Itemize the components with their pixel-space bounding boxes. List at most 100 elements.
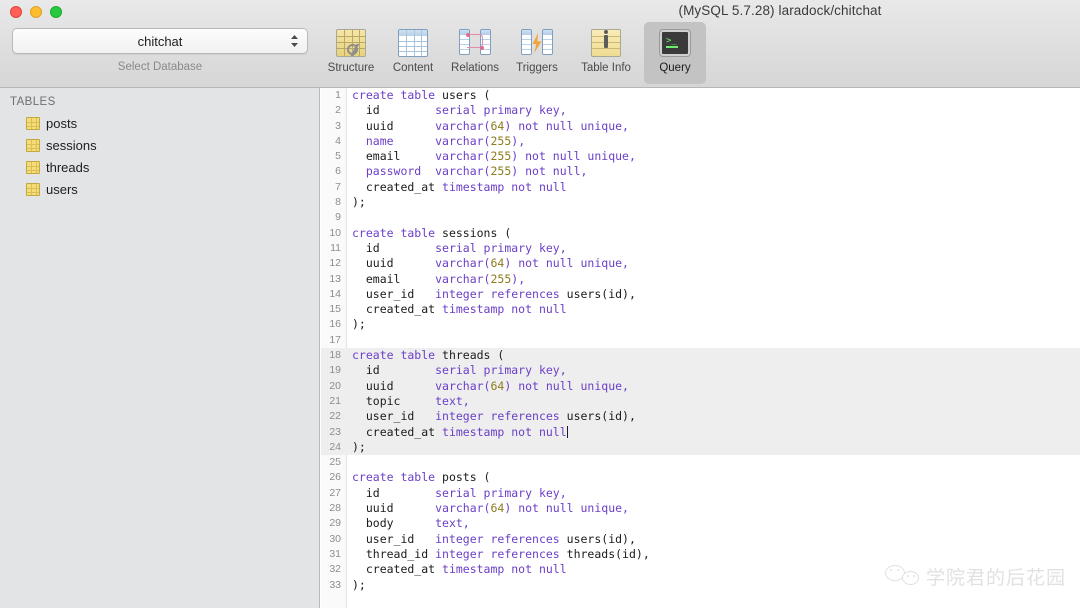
line-number: 18: [329, 349, 341, 362]
query-editor[interactable]: 1 create table users (2 id serial primary…: [321, 88, 1080, 608]
window-title: (MySQL 5.7.28) laradock/chitchat: [678, 3, 882, 18]
line-source: create table users (: [352, 88, 491, 102]
line-number: 33: [329, 578, 341, 591]
sidebar-table-sessions[interactable]: sessions: [0, 134, 319, 156]
editor-line[interactable]: 22 user_id integer references users(id),: [321, 409, 1080, 425]
editor-line[interactable]: 23 created_at timestamp not null: [321, 424, 1080, 440]
line-number: 28: [329, 502, 341, 515]
editor-code-area[interactable]: 1 create table users (2 id serial primary…: [321, 88, 1080, 593]
database-select[interactable]: chitchat: [12, 28, 308, 54]
editor-line[interactable]: 24);: [321, 439, 1080, 456]
toolbar-item-relations[interactable]: Relations: [444, 22, 506, 84]
editor-line[interactable]: 33);: [321, 578, 1080, 593]
line-source: created_at timestamp not null: [352, 302, 567, 317]
toolbar-label-table-info: Table Info: [581, 62, 631, 74]
toolbar-item-structure[interactable]: Structure: [320, 22, 382, 84]
sidebar-table-users[interactable]: users: [0, 178, 319, 200]
sidebar-table-label: sessions: [46, 137, 97, 153]
editor-line[interactable]: 15 created_at timestamp not null: [321, 302, 1080, 317]
sidebar-header: TABLES: [10, 96, 56, 108]
line-source: uuid varchar(64) not null unique,: [352, 256, 629, 271]
editor-line[interactable]: 19 id serial primary key,: [321, 363, 1080, 379]
toolbar-item-query[interactable]: >_ Query: [644, 22, 706, 84]
table-icon: [26, 182, 40, 196]
line-number: 14: [329, 287, 341, 300]
editor-line[interactable]: 16);: [321, 317, 1080, 332]
toolbar-item-triggers[interactable]: Triggers: [506, 22, 568, 84]
editor-line[interactable]: 26 create table posts (: [321, 470, 1080, 485]
line-source: id serial primary key,: [352, 485, 567, 500]
sidebar-table-label: users: [46, 181, 78, 197]
editor-line[interactable]: 30 user_id integer references users(id),: [321, 532, 1080, 547]
line-number: 12: [329, 257, 341, 270]
editor-line[interactable]: 12 uuid varchar(64) not null unique,: [321, 256, 1080, 271]
editor-line[interactable]: 31 thread_id integer references threads(…: [321, 547, 1080, 562]
text-caret: [566, 425, 568, 438]
content-icon: [396, 27, 430, 59]
line-number: 1: [335, 89, 341, 101]
editor-line[interactable]: 6 password varchar(255) not null,: [321, 164, 1080, 179]
editor-line[interactable]: 29 body text,: [321, 516, 1080, 531]
editor-line[interactable]: 2 id serial primary key,: [321, 103, 1080, 118]
editor-line[interactable]: 11 id serial primary key,: [321, 241, 1080, 256]
line-number: 32: [329, 563, 341, 576]
line-source: user_id integer references users(id),: [352, 409, 636, 424]
editor-line[interactable]: 32 created_at timestamp not null: [321, 562, 1080, 577]
line-source: thread_id integer references threads(id)…: [352, 546, 650, 561]
line-number: 7: [335, 180, 341, 193]
title-bar: (MySQL 5.7.28) laradock/chitchat chitcha…: [0, 0, 1080, 88]
line-number: 2: [335, 104, 341, 117]
toolbar-label-content: Content: [392, 62, 434, 74]
editor-line[interactable]: 4 name varchar(255),: [321, 134, 1080, 149]
sidebar-table-threads[interactable]: threads: [0, 156, 319, 178]
database-chooser-caption: Select Database: [117, 61, 203, 73]
line-source: user_id integer references users(id),: [352, 286, 636, 301]
line-number: 29: [329, 517, 341, 530]
line-source: create table posts (: [352, 470, 491, 485]
line-number: 24: [329, 440, 341, 453]
editor-line[interactable]: 8);: [321, 195, 1080, 210]
line-source: created_at timestamp not null: [352, 179, 567, 194]
toolbar: Structure Content Relations Triggers Tab…: [320, 22, 706, 84]
editor-line[interactable]: 9: [321, 210, 1080, 225]
sidebar-table-list: posts sessions threads users: [0, 112, 319, 200]
line-source: id serial primary key,: [352, 103, 567, 118]
editor-line[interactable]: 7 created_at timestamp not null: [321, 180, 1080, 195]
editor-line[interactable]: 5 email varchar(255) not null unique,: [321, 149, 1080, 164]
editor-line[interactable]: 1 create table users (: [321, 88, 1080, 103]
toolbar-label-triggers: Triggers: [516, 62, 558, 74]
editor-line[interactable]: 20 uuid varchar(64) not null unique,: [321, 378, 1080, 394]
toolbar-item-table-info[interactable]: Table Info: [568, 22, 644, 84]
editor-line[interactable]: 28 uuid varchar(64) not null unique,: [321, 501, 1080, 516]
table-icon: [26, 138, 40, 152]
line-number: 27: [329, 486, 341, 499]
sidebar-table-label: posts: [46, 115, 78, 131]
toolbar-item-content[interactable]: Content: [382, 22, 444, 84]
line-source: );: [352, 577, 366, 592]
editor-line[interactable]: 3 uuid varchar(64) not null unique,: [321, 119, 1080, 134]
editor-line[interactable]: 10 create table sessions (: [321, 226, 1080, 241]
line-source: create table sessions (: [352, 225, 512, 240]
database-select-value: chitchat: [137, 33, 183, 49]
line-source: );: [352, 317, 366, 332]
line-number: 16: [329, 318, 341, 331]
line-number: 22: [329, 410, 341, 423]
database-chooser: chitchat Select Database: [0, 28, 320, 73]
sidebar-table-posts[interactable]: posts: [0, 112, 319, 134]
editor-line[interactable]: 13 email varchar(255),: [321, 272, 1080, 287]
table-info-icon: [589, 27, 623, 59]
query-terminal-icon: >_: [658, 27, 692, 59]
line-source: body text,: [352, 516, 470, 531]
line-source: password varchar(255) not null,: [352, 164, 588, 179]
editor-line[interactable]: 18 create table threads (: [321, 348, 1080, 364]
editor-line[interactable]: 27 id serial primary key,: [321, 486, 1080, 501]
editor-line[interactable]: 21 topic text,: [321, 393, 1080, 410]
line-source: email varchar(255),: [352, 271, 526, 286]
editor-line[interactable]: 17: [321, 333, 1080, 348]
editor-line[interactable]: 25: [321, 455, 1080, 470]
line-number: 9: [335, 211, 341, 224]
editor-line[interactable]: 14 user_id integer references users(id),: [321, 287, 1080, 302]
line-source: name varchar(255),: [352, 133, 526, 148]
line-number: 17: [329, 333, 341, 346]
sidebar-table-label: threads: [46, 159, 90, 175]
